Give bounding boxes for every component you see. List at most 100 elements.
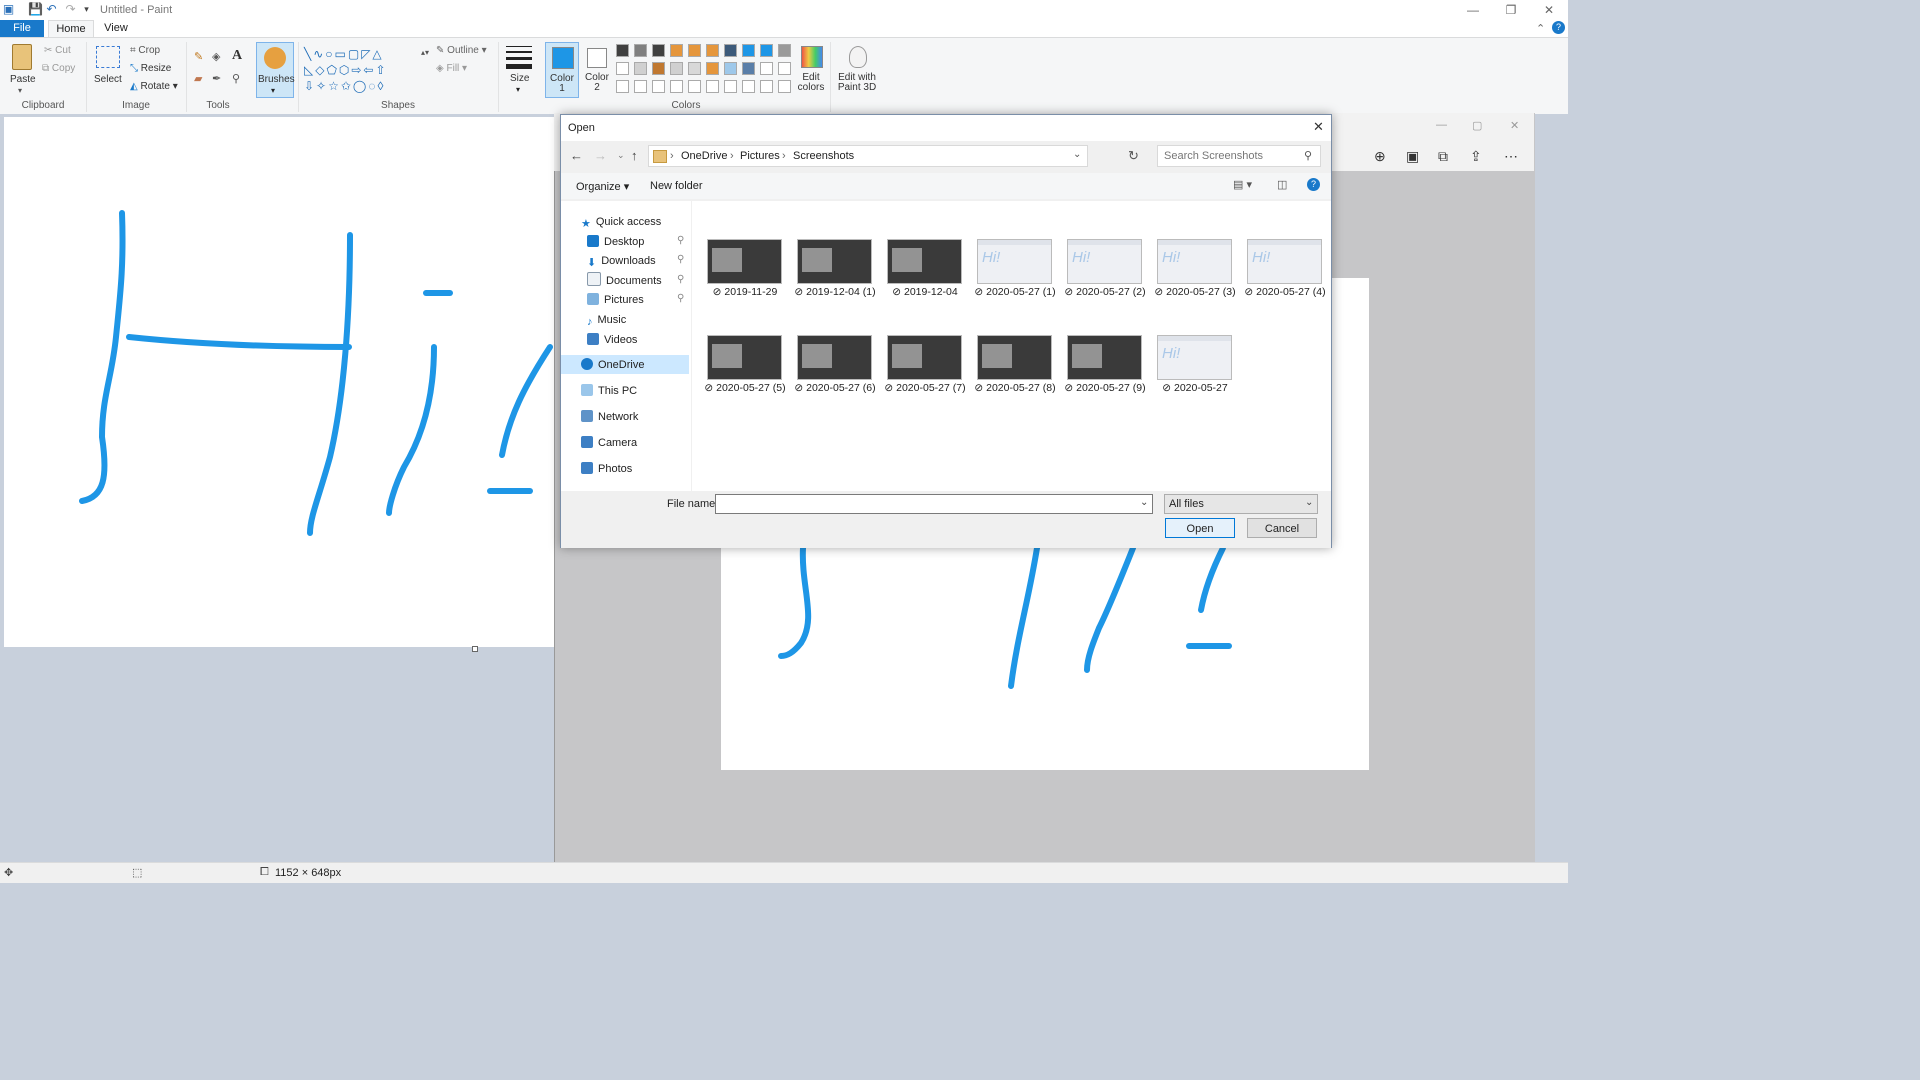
crop-button[interactable]: ⌗ Crop: [130, 45, 160, 56]
nav-pictures[interactable]: Pictures: [587, 291, 644, 309]
file-type-select[interactable]: All files ⌄: [1164, 494, 1318, 514]
file-item[interactable]: Hi! ⊘ 2020-05-27 (4): [1235, 239, 1335, 301]
palette-swatch[interactable]: [670, 62, 683, 75]
customize-qat-icon[interactable]: ▾: [80, 3, 93, 16]
palette-swatch[interactable]: [688, 44, 701, 57]
outline-button[interactable]: ✎ Outline ▾: [436, 45, 487, 56]
file-item[interactable]: ⊘ 2019-12-04 (1): [785, 239, 885, 301]
help-icon[interactable]: ?: [1552, 21, 1565, 34]
nav-this-pc[interactable]: This PC: [581, 382, 637, 400]
color-picker-icon[interactable]: ✒: [212, 72, 221, 85]
edit-colors-button[interactable]: Edit colors: [796, 42, 826, 96]
file-item[interactable]: ⊘ 2020-05-27 (7): [875, 335, 975, 397]
open-button[interactable]: Open: [1165, 518, 1235, 538]
file-item[interactable]: Hi! ⊘ 2020-05-27: [1145, 335, 1245, 397]
tab-home[interactable]: Home: [48, 20, 94, 37]
palette-swatch[interactable]: [616, 62, 629, 75]
paint-canvas[interactable]: [4, 117, 554, 647]
shapes-scroll-icon[interactable]: ▴▾: [421, 48, 429, 57]
palette-swatch[interactable]: [760, 80, 773, 93]
rotate-button[interactable]: ◭ Rotate ▾: [130, 81, 178, 92]
nav-quick-access[interactable]: ★ Quick access: [581, 213, 661, 231]
more-icon[interactable]: ⋯: [1504, 148, 1518, 165]
palette-swatch[interactable]: [724, 44, 737, 57]
dialog-help-icon[interactable]: ?: [1307, 178, 1320, 191]
tab-file[interactable]: File: [0, 20, 44, 37]
file-item[interactable]: ⊘ 2020-05-27 (9): [1055, 335, 1155, 397]
palette-swatch[interactable]: [742, 80, 755, 93]
palette-swatch[interactable]: [742, 62, 755, 75]
palette-swatch[interactable]: [634, 62, 647, 75]
palette-swatch[interactable]: [652, 44, 665, 57]
nav-downloads[interactable]: ⬇ Downloads: [587, 252, 656, 270]
collapse-ribbon-icon[interactable]: ⌃: [1536, 22, 1545, 35]
preview-pane-icon[interactable]: ◫: [1277, 178, 1287, 191]
breadcrumb-screenshots[interactable]: Screenshots: [793, 150, 854, 162]
palette-swatch[interactable]: [778, 62, 791, 75]
photos-close-button[interactable]: ✕: [1510, 119, 1519, 132]
canvas-resize-handle[interactable]: [472, 646, 478, 652]
save-icon[interactable]: 💾: [28, 3, 43, 16]
dialog-close-button[interactable]: ✕: [1313, 119, 1324, 135]
breadcrumb-onedrive[interactable]: OneDrive: [681, 150, 727, 162]
magnifier-icon[interactable]: ⚲: [232, 72, 240, 85]
shapes-gallery[interactable]: ╲∿○▭▢◸△ ◺◇⬠⬡⇨⇦⇧ ⇩✧☆✩◯◌◊: [304, 46, 418, 94]
palette-swatch[interactable]: [616, 80, 629, 93]
edit-with-paint3d-button[interactable]: Edit with Paint 3D: [836, 42, 878, 96]
copy-button[interactable]: ⧉ Copy: [42, 63, 75, 74]
redo-icon[interactable]: ↷: [64, 3, 77, 16]
palette-swatch[interactable]: [760, 62, 773, 75]
recent-locations-icon[interactable]: ⌄: [617, 150, 625, 161]
file-name-dropdown-icon[interactable]: ⌄: [1140, 497, 1148, 508]
file-item[interactable]: ⊘ 2020-05-27 (6): [785, 335, 885, 397]
nav-music[interactable]: ♪ Music: [587, 311, 626, 329]
search-input[interactable]: Search Screenshots ⚲: [1157, 145, 1321, 167]
palette-swatch[interactable]: [706, 62, 719, 75]
text-tool-icon[interactable]: A: [232, 48, 242, 64]
change-view-icon[interactable]: ▤ ▾: [1233, 178, 1252, 191]
photos-minimize-button[interactable]: —: [1436, 119, 1447, 131]
cancel-button[interactable]: Cancel: [1247, 518, 1317, 538]
nav-camera[interactable]: Camera: [581, 434, 637, 452]
nav-documents[interactable]: Documents: [587, 272, 662, 290]
palette-swatch[interactable]: [688, 80, 701, 93]
nav-videos[interactable]: Videos: [587, 331, 637, 349]
file-name-input[interactable]: ⌄: [715, 494, 1153, 514]
paste-button[interactable]: Paste ▾: [8, 42, 36, 98]
palette-swatch[interactable]: [778, 44, 791, 57]
fill-bucket-icon[interactable]: ◈: [212, 50, 220, 63]
palette-swatch[interactable]: [652, 80, 665, 93]
back-arrow-icon[interactable]: ←: [570, 148, 583, 163]
zoom-icon[interactable]: ⊕: [1374, 148, 1386, 165]
cut-button[interactable]: ✂ Cut: [44, 45, 71, 56]
restore-button[interactable]: ❐: [1496, 2, 1526, 18]
resize-button[interactable]: ⤡ Resize: [130, 63, 171, 74]
file-item[interactable]: ⊘ 2019-12-04: [875, 239, 975, 301]
palette-swatch[interactable]: [724, 62, 737, 75]
forward-arrow-icon[interactable]: →: [594, 148, 607, 163]
breadcrumb-pictures[interactable]: Pictures: [740, 150, 780, 162]
photos-copy-icon[interactable]: ⧉: [1438, 148, 1448, 165]
palette-swatch[interactable]: [706, 80, 719, 93]
palette-swatch[interactable]: [670, 80, 683, 93]
color1-button[interactable]: Color 1: [545, 42, 579, 98]
nav-desktop[interactable]: Desktop: [587, 233, 644, 251]
palette-swatch[interactable]: [706, 44, 719, 57]
palette-swatch[interactable]: [670, 44, 683, 57]
palette-swatch[interactable]: [742, 44, 755, 57]
tab-view[interactable]: View: [96, 20, 136, 37]
up-arrow-icon[interactable]: ↑: [631, 148, 638, 163]
palette-swatch[interactable]: [652, 62, 665, 75]
file-item[interactable]: Hi! ⊘ 2020-05-27 (3): [1145, 239, 1245, 301]
photos-save-icon[interactable]: ▣: [1406, 148, 1419, 165]
photos-maximize-button[interactable]: ▢: [1472, 119, 1482, 132]
select-button[interactable]: Select: [92, 42, 124, 98]
eraser-icon[interactable]: ▰: [194, 72, 202, 85]
file-item[interactable]: Hi! ⊘ 2020-05-27 (2): [1055, 239, 1155, 301]
file-item[interactable]: Hi! ⊘ 2020-05-27 (1): [965, 239, 1065, 301]
share-icon[interactable]: ⇪: [1470, 148, 1482, 165]
nav-photos[interactable]: Photos: [581, 460, 632, 478]
nav-network[interactable]: Network: [581, 408, 638, 426]
refresh-icon[interactable]: ↻: [1128, 148, 1139, 164]
palette-swatch[interactable]: [634, 44, 647, 57]
